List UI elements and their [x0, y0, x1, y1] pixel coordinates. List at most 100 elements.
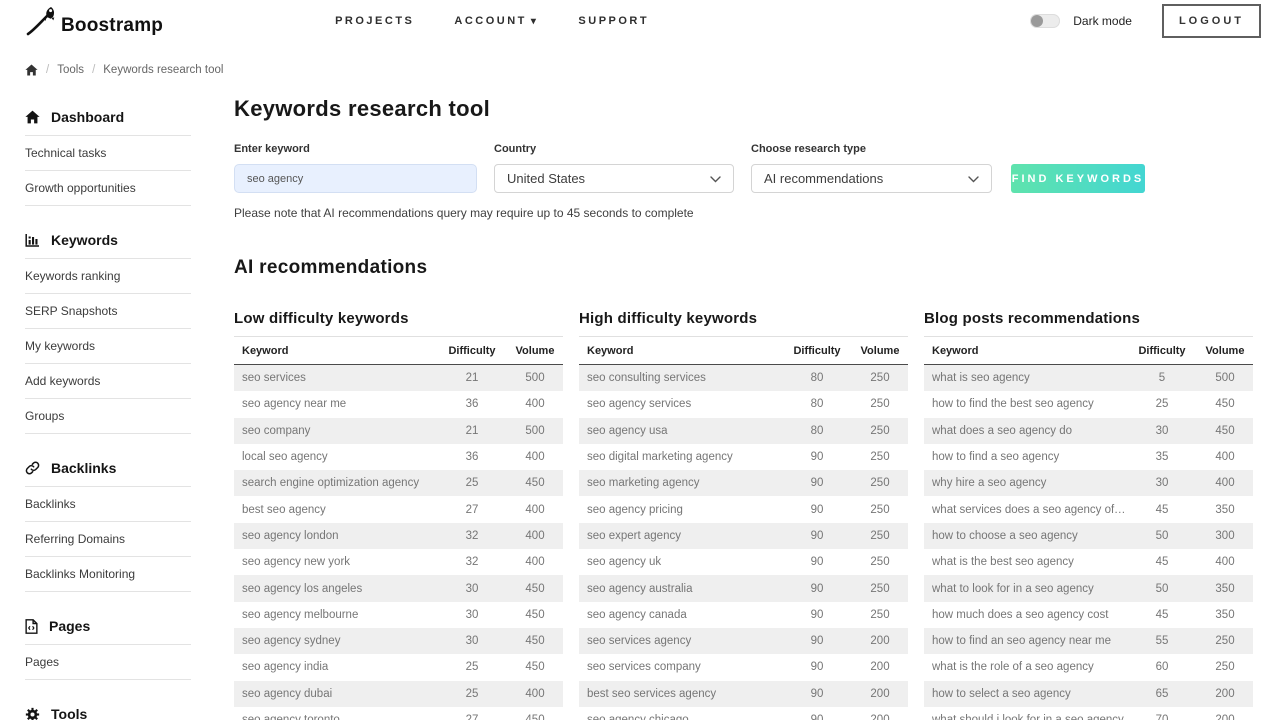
sidebar-item-groups[interactable]: Groups [25, 399, 191, 434]
research-type-select[interactable]: AI recommendations [751, 164, 992, 193]
sidebar-item-backlinks[interactable]: Backlinks [25, 487, 191, 522]
difficulty-cell: 36 [437, 398, 507, 410]
brand-logo[interactable]: Boostramp [25, 5, 163, 37]
table-low-difficulty-keywords: Low difficulty keywordsKeywordDifficulty… [234, 310, 563, 720]
volume-cell: 400 [507, 556, 563, 568]
volume-cell: 400 [507, 688, 563, 700]
logout-button[interactable]: LOGOUT [1162, 4, 1261, 38]
keyword-cell: seo agency usa [579, 425, 782, 437]
sidebar-item-pages[interactable]: Pages [25, 645, 191, 680]
keyword-cell: what is seo agency [924, 372, 1127, 384]
difficulty-cell: 80 [782, 398, 852, 410]
keyword-cell: seo agency dubai [234, 688, 437, 700]
difficulty-cell: 27 [437, 714, 507, 720]
table-row: how to find a seo agency35400 [924, 444, 1253, 470]
keyword-cell: what services does a seo agency offer [924, 504, 1127, 516]
column-header-keyword: Keyword [579, 345, 782, 357]
table-row: what is the role of a seo agency60250 [924, 654, 1253, 680]
sidebar-item-growth-opportunities[interactable]: Growth opportunities [25, 171, 191, 206]
table-row: seo consulting services80250 [579, 365, 908, 391]
nav-support[interactable]: SUPPORT [578, 15, 649, 27]
table-row: seo agency sydney30450 [234, 628, 563, 654]
keyword-cell: how to choose a seo agency [924, 530, 1127, 542]
country-field-group: Country United States [494, 143, 734, 193]
research-type-select-value: AI recommendations [764, 171, 883, 186]
page-layout: DashboardTechnical tasksGrowth opportuni… [0, 90, 1279, 720]
volume-cell: 250 [852, 477, 908, 489]
table-row: seo services agency90200 [579, 628, 908, 654]
nav-account[interactable]: ACCOUNT▾ [454, 15, 538, 27]
sidebar-item-serp-snapshots[interactable]: SERP Snapshots [25, 294, 191, 329]
sidebar-section-pages[interactable]: Pages [25, 607, 191, 645]
file-icon [25, 619, 38, 634]
difficulty-cell: 90 [782, 714, 852, 720]
sidebar-section-tools[interactable]: Tools [25, 695, 191, 720]
volume-cell: 500 [1197, 372, 1253, 384]
difficulty-cell: 90 [782, 583, 852, 595]
table-row: seo agency services80250 [579, 391, 908, 417]
table-row: how to find an seo agency near me55250 [924, 628, 1253, 654]
table-row: seo agency melbourne30450 [234, 602, 563, 628]
table-row: how much does a seo agency cost45350 [924, 602, 1253, 628]
difficulty-cell: 90 [782, 451, 852, 463]
home-icon[interactable] [25, 64, 38, 76]
sidebar-section-label: Backlinks [51, 460, 116, 476]
difficulty-cell: 60 [1127, 661, 1197, 673]
volume-cell: 200 [852, 661, 908, 673]
volume-cell: 400 [507, 451, 563, 463]
bar-chart-icon [25, 233, 40, 247]
difficulty-cell: 90 [782, 477, 852, 489]
table-row: local seo agency36400 [234, 444, 563, 470]
volume-cell: 250 [852, 398, 908, 410]
table-row: what should i look for in a seo agency70… [924, 707, 1253, 720]
sidebar-section-keywords[interactable]: Keywords [25, 221, 191, 259]
country-select[interactable]: United States [494, 164, 734, 193]
volume-cell: 350 [1197, 583, 1253, 595]
sidebar-item-referring-domains[interactable]: Referring Domains [25, 522, 191, 557]
table-row: seo services21500 [234, 365, 563, 391]
keyword-search-form: Enter keyword Country United States Choo… [234, 143, 1253, 193]
table-row: what is the best seo agency45400 [924, 549, 1253, 575]
column-header-volume: Volume [852, 345, 908, 357]
nav-projects[interactable]: PROJECTS [335, 15, 414, 27]
keyword-cell: seo agency new york [234, 556, 437, 568]
sidebar-item-technical-tasks[interactable]: Technical tasks [25, 136, 191, 171]
country-label: Country [494, 143, 734, 155]
sidebar-item-backlinks-monitoring[interactable]: Backlinks Monitoring [25, 557, 191, 592]
table-body: seo services21500seo agency near me36400… [234, 365, 563, 720]
sidebar-section-backlinks[interactable]: Backlinks [25, 449, 191, 487]
chevron-down-icon [968, 171, 979, 186]
keyword-cell: best seo agency [234, 504, 437, 516]
sidebar-section-label: Pages [49, 618, 90, 634]
dark-mode-toggle[interactable] [1030, 14, 1060, 28]
sidebar-item-keywords-ranking[interactable]: Keywords ranking [25, 259, 191, 294]
column-header-difficulty: Difficulty [437, 345, 507, 357]
sidebar-group-dashboard: DashboardTechnical tasksGrowth opportuni… [25, 98, 191, 206]
results-tables: Low difficulty keywordsKeywordDifficulty… [234, 310, 1253, 720]
volume-cell: 250 [852, 556, 908, 568]
sidebar-item-add-keywords[interactable]: Add keywords [25, 364, 191, 399]
table-header-row: KeywordDifficultyVolume [924, 337, 1253, 365]
volume-cell: 250 [852, 609, 908, 621]
volume-cell: 350 [1197, 504, 1253, 516]
difficulty-cell: 30 [437, 609, 507, 621]
table-row: best seo services agency90200 [579, 681, 908, 707]
keyword-input[interactable] [234, 164, 477, 193]
volume-cell: 450 [507, 583, 563, 595]
table-row: how to find the best seo agency25450 [924, 391, 1253, 417]
difficulty-cell: 50 [1127, 583, 1197, 595]
keyword-cell: how much does a seo agency cost [924, 609, 1127, 621]
table-row: seo agency toronto27450 [234, 707, 563, 720]
table-row: search engine optimization agency25450 [234, 470, 563, 496]
keyword-cell: what should i look for in a seo agency [924, 714, 1127, 720]
home-icon [25, 110, 40, 124]
find-keywords-button[interactable]: FIND KEYWORDS [1011, 164, 1145, 193]
volume-cell: 250 [1197, 635, 1253, 647]
sidebar-section-dashboard[interactable]: Dashboard [25, 98, 191, 136]
sidebar-item-my-keywords[interactable]: My keywords [25, 329, 191, 364]
breadcrumb-tools[interactable]: Tools [57, 64, 84, 76]
table-row: seo agency pricing90250 [579, 496, 908, 522]
table-row: seo agency uk90250 [579, 549, 908, 575]
table-body: seo consulting services80250seo agency s… [579, 365, 908, 720]
volume-cell: 400 [507, 504, 563, 516]
